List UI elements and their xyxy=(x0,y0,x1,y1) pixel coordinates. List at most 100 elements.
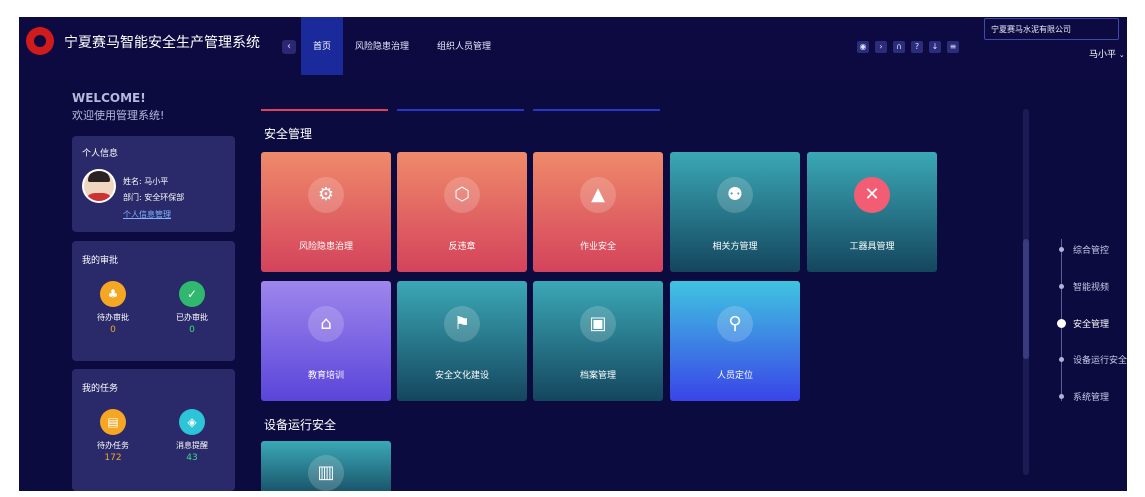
target-icon[interactable]: ◉ xyxy=(857,41,869,53)
stat-label: 已办审批 xyxy=(176,313,208,322)
cone-warning-icon: ▲ xyxy=(580,177,616,213)
card-title: 我的任务 xyxy=(82,384,119,394)
sidenav-item-safety[interactable]: 安全管理 xyxy=(1056,316,1109,330)
tile-label: 风险隐患治理 xyxy=(298,242,353,252)
stat-count: 0 xyxy=(110,325,116,335)
dot-icon xyxy=(1059,283,1064,289)
tile-label: 作业安全 xyxy=(579,242,616,252)
help-icon[interactable]: ? xyxy=(911,41,923,53)
user-name-line: 姓名: 马小平 xyxy=(123,177,169,186)
menu-icon[interactable]: ≡ xyxy=(947,41,959,53)
equipment-icon: ▥ xyxy=(308,455,344,491)
chevron-left-icon[interactable]: ‹ xyxy=(282,40,296,54)
tile-anti-violation[interactable]: ⬡ 反违章 xyxy=(397,152,527,272)
location-pin-icon: ⚲ xyxy=(717,306,753,342)
welcome-title: WELCOME! xyxy=(72,91,146,105)
section-title-equipment: 设备运行安全 xyxy=(264,418,337,432)
tab-org[interactable]: 组织人员管理 xyxy=(437,17,491,75)
tile-education[interactable]: ⌂ 教育培训 xyxy=(261,281,391,401)
app-title: 宁夏赛马智能安全生产管理系统 xyxy=(64,35,260,51)
company-logo-icon xyxy=(26,27,54,55)
toolbar-icons: ◉ › ∩ ? ↓ ≡ xyxy=(857,41,959,53)
user-dept-line: 部门: 安全环保部 xyxy=(123,193,185,202)
tab-home-label: 首页 xyxy=(312,42,331,52)
card-title: 个人信息 xyxy=(82,149,119,159)
tasks-card: 我的任务 ▤ 待办任务 172 ◈ 消息提醒 43 xyxy=(72,369,235,491)
stamp-icon: ♣ xyxy=(100,281,126,307)
stat-label: 消息提醒 xyxy=(176,441,208,450)
education-icon: ⌂ xyxy=(308,306,344,342)
done-approval[interactable]: ✓ 已办审批 0 xyxy=(167,281,217,335)
tile-label: 工器具管理 xyxy=(849,242,895,252)
flag-icon: ⚑ xyxy=(444,306,480,342)
scrollbar[interactable] xyxy=(1023,109,1029,475)
tile-equipment[interactable]: ▥ xyxy=(261,441,391,491)
tile-label: 相关方管理 xyxy=(712,242,758,252)
tab-org-label: 组织人员管理 xyxy=(437,42,492,52)
chevron-down-icon: ⌄ xyxy=(1118,51,1125,59)
tile-work-safety[interactable]: ▲ 作业安全 xyxy=(533,152,663,272)
tile-tools[interactable]: ✕ 工器具管理 xyxy=(807,152,937,272)
tile-risk-governance[interactable]: ⚙ 风险隐患治理 xyxy=(261,152,391,272)
app-window: 宁夏赛马智能安全生产管理系统 ‹ 首页 风险隐患治理 组织人员管理 ◉ › ∩ … xyxy=(19,17,1127,491)
tools-icon: ✕ xyxy=(854,177,890,213)
stat-label: 待办任务 xyxy=(97,441,129,450)
dot-icon xyxy=(1059,393,1064,399)
section-indicator xyxy=(397,109,524,111)
headset-icon[interactable]: ∩ xyxy=(893,41,905,53)
section-title-safety: 安全管理 xyxy=(264,127,313,141)
todo-tasks[interactable]: ▤ 待办任务 172 xyxy=(88,409,138,463)
archive-icon: ▣ xyxy=(580,306,616,342)
avatar xyxy=(82,169,116,203)
tile-label: 教育培训 xyxy=(307,371,344,381)
tab-risk[interactable]: 风险隐患治理 xyxy=(355,17,409,75)
sidenav-label: 安全管理 xyxy=(1073,319,1110,330)
sidenav-label: 综合管控 xyxy=(1073,245,1110,256)
section-indicator xyxy=(533,109,660,111)
warning-badge-icon: ⬡ xyxy=(444,177,480,213)
dot-icon xyxy=(1059,246,1064,252)
tile-label: 档案管理 xyxy=(579,371,616,381)
pending-approval[interactable]: ♣ 待办审批 0 xyxy=(88,281,138,335)
tab-risk-label: 风险隐患治理 xyxy=(355,42,410,52)
chevron-right-icon[interactable]: › xyxy=(875,41,887,53)
tile-personnel-location[interactable]: ⚲ 人员定位 xyxy=(670,281,800,401)
sidenav-label: 智能视频 xyxy=(1073,282,1110,293)
people-icon: ⚉ xyxy=(717,177,753,213)
download-icon[interactable]: ↓ xyxy=(929,41,941,53)
message-reminder[interactable]: ◈ 消息提醒 43 xyxy=(167,409,217,463)
personal-info-card: 个人信息 姓名: 马小平 部门: 安全环保部 个人信息管理 xyxy=(72,136,235,232)
card-title: 我的审批 xyxy=(82,256,119,266)
tile-label: 人员定位 xyxy=(716,371,753,381)
top-bar: 宁夏赛马智能安全生产管理系统 ‹ 首页 风险隐患治理 组织人员管理 ◉ › ∩ … xyxy=(19,17,1127,75)
sidenav-item-comprehensive[interactable]: 综合管控 xyxy=(1056,242,1109,256)
stat-count: 172 xyxy=(104,453,122,463)
user-name: 马小平 xyxy=(1089,50,1117,60)
bell-icon: ◈ xyxy=(179,409,205,435)
tile-related-parties[interactable]: ⚉ 相关方管理 xyxy=(670,152,800,272)
section-indicator xyxy=(261,109,388,111)
personal-info-link[interactable]: 个人信息管理 xyxy=(123,209,171,220)
sidenav-label: 系统管理 xyxy=(1073,392,1110,403)
sidenav-label: 设备运行安全 xyxy=(1073,355,1127,366)
dot-icon xyxy=(1059,356,1064,362)
check-icon: ✓ xyxy=(179,281,205,307)
sidenav-item-video[interactable]: 智能视频 xyxy=(1056,279,1109,293)
tile-label: 反违章 xyxy=(448,242,476,252)
sidenav-item-equipment[interactable]: 设备运行安全 xyxy=(1056,352,1127,366)
company-select[interactable]: 宁夏赛马水泥有限公司 xyxy=(984,18,1119,40)
welcome-subtitle: 欢迎使用管理系统! xyxy=(72,109,165,122)
tile-label: 安全文化建设 xyxy=(434,371,489,381)
stat-label: 待办审批 xyxy=(97,313,129,322)
scrollbar-thumb[interactable] xyxy=(1023,239,1029,359)
dot-icon xyxy=(1057,318,1066,328)
approval-card: 我的审批 ♣ 待办审批 0 ✓ 已办审批 0 xyxy=(72,241,235,361)
stat-count: 43 xyxy=(186,453,198,463)
sidenav-item-system[interactable]: 系统管理 xyxy=(1056,389,1109,403)
tile-safety-culture[interactable]: ⚑ 安全文化建设 xyxy=(397,281,527,401)
tile-archives[interactable]: ▣ 档案管理 xyxy=(533,281,663,401)
tab-home[interactable]: 首页 xyxy=(301,17,343,75)
user-menu[interactable]: 马小平 ⌄ xyxy=(1089,47,1125,60)
stat-count: 0 xyxy=(189,325,195,335)
clipboard-icon: ▤ xyxy=(100,409,126,435)
